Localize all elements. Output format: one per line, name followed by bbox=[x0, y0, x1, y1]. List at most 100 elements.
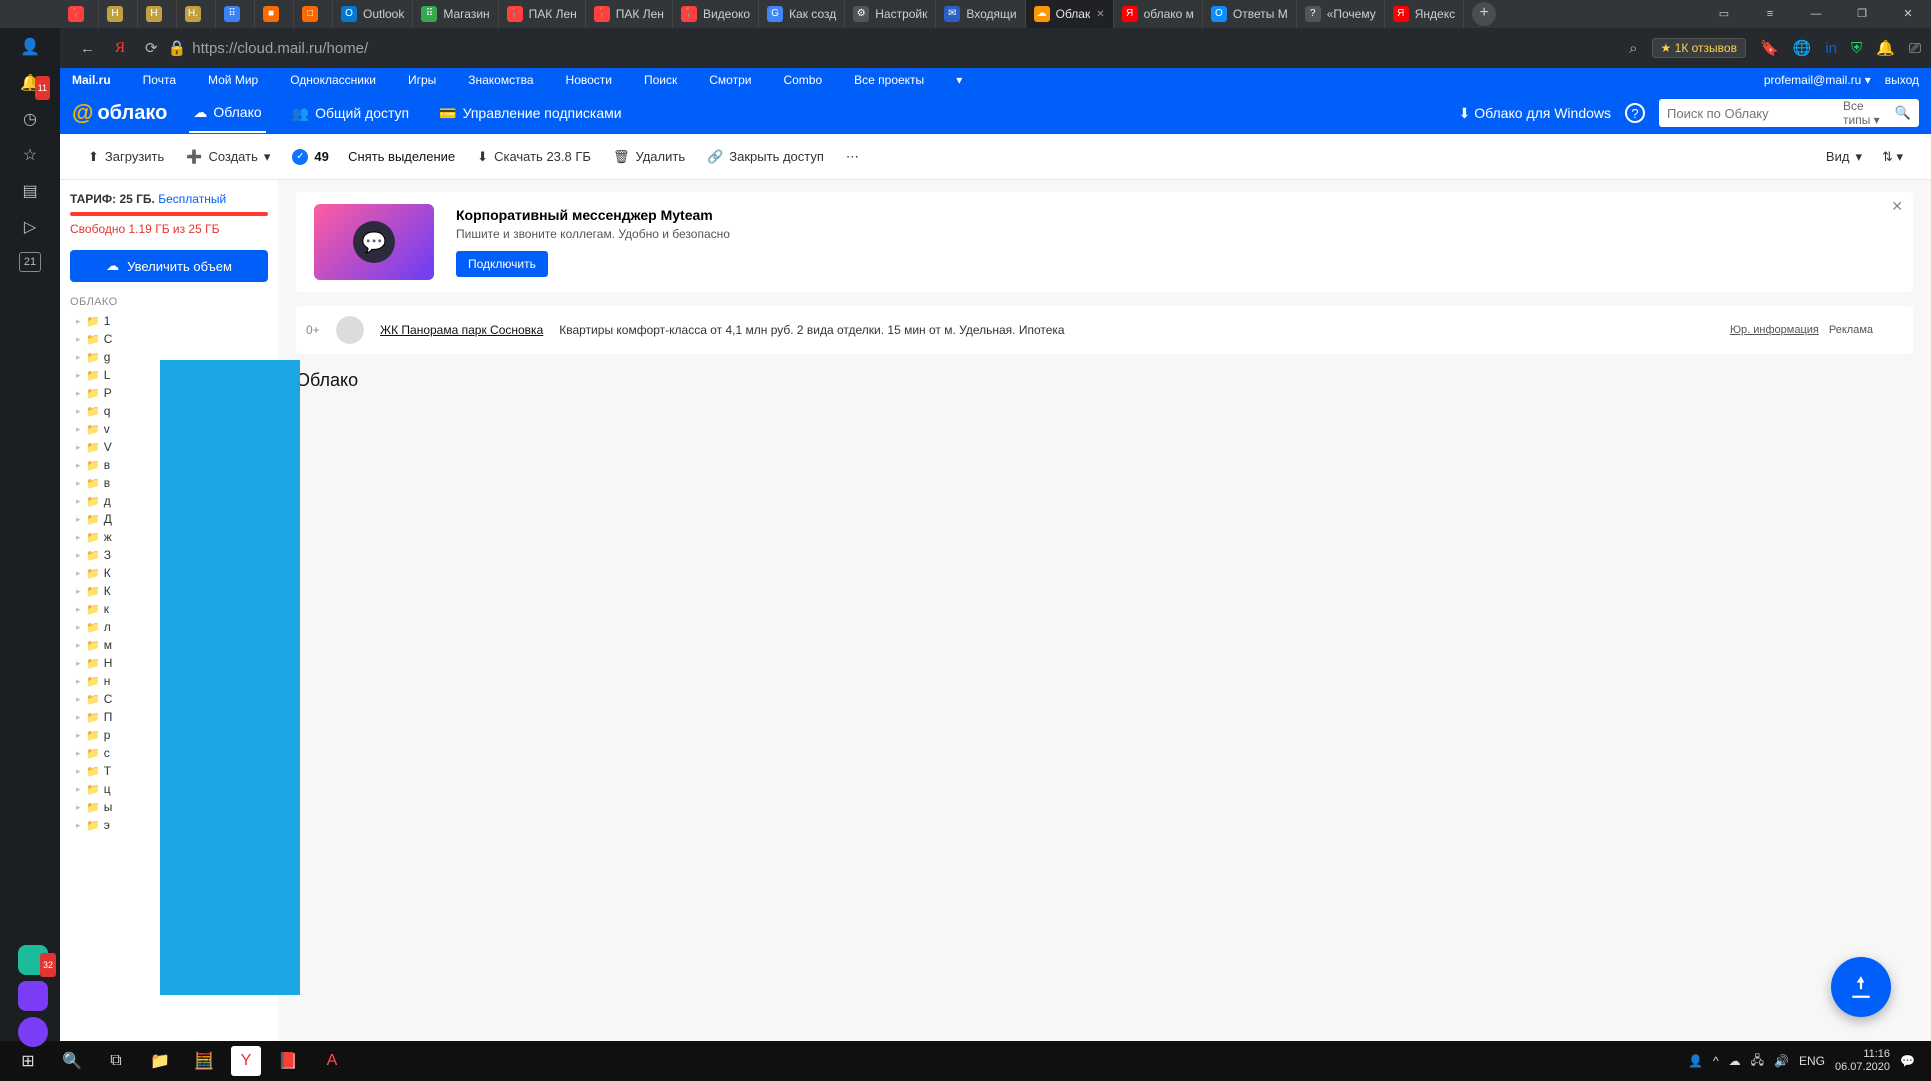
autocad-icon[interactable]: A bbox=[310, 1041, 354, 1081]
browser-tab[interactable]: ■ bbox=[255, 0, 294, 28]
mailru-nav-item[interactable]: Почта bbox=[143, 73, 176, 87]
volume-icon[interactable]: 🔊 bbox=[1774, 1054, 1789, 1068]
browser-tab[interactable]: ⠿ bbox=[216, 0, 255, 28]
reviews-badge[interactable]: ★ 1К отзывов bbox=[1652, 38, 1746, 58]
tariff-plan-link[interactable]: Бесплатный bbox=[158, 192, 226, 206]
yandex-browser-icon[interactable]: Y bbox=[231, 1046, 261, 1076]
linkedin-icon[interactable]: in bbox=[1825, 40, 1837, 57]
network-icon[interactable]: 🖧 bbox=[1751, 1051, 1764, 1072]
notifications-icon[interactable]: 🔔11 bbox=[18, 72, 42, 96]
browser-tab[interactable]: ⠿Магазин bbox=[413, 0, 498, 28]
cloud-nav-item[interactable]: 💳Управление подписками bbox=[435, 94, 625, 133]
bookmark-icon[interactable]: 🔖 bbox=[1760, 39, 1779, 57]
browser-tab[interactable]: ?«Почему bbox=[1297, 0, 1385, 28]
reload-button[interactable]: ⟳ bbox=[135, 39, 168, 57]
bell-icon[interactable]: 🔔 bbox=[1876, 39, 1895, 57]
browser-tab[interactable]: OOutlook bbox=[333, 0, 413, 28]
browser-tab[interactable]: ✉Входящи bbox=[936, 0, 1025, 28]
profile-icon[interactable]: 👤 bbox=[18, 36, 42, 60]
sort-button[interactable]: ⇅ ▾ bbox=[1882, 149, 1903, 165]
mailru-nav-item[interactable]: Combo bbox=[783, 73, 822, 87]
mailru-nav-item[interactable]: Смотри bbox=[709, 73, 751, 87]
collections-icon[interactable]: ▤ bbox=[18, 180, 42, 204]
mailru-nav-item[interactable]: Знакомства bbox=[468, 73, 533, 87]
play-icon[interactable]: ▷ bbox=[18, 216, 42, 240]
ad-legal-link[interactable]: Юр. информация bbox=[1730, 324, 1819, 336]
acrobat-icon[interactable]: 📕 bbox=[266, 1041, 310, 1081]
folder-item[interactable]: ▸📁1 bbox=[70, 312, 268, 330]
browser-tab[interactable]: H. bbox=[177, 0, 216, 28]
start-button[interactable]: ⊞ bbox=[6, 1041, 50, 1081]
translate-icon[interactable]: 🌐 bbox=[1793, 39, 1812, 57]
market-icon[interactable]: 32 bbox=[18, 945, 42, 969]
selection-count[interactable]: ✓ 49 Снять выделение bbox=[292, 149, 455, 165]
mailru-nav-item[interactable]: Поиск bbox=[644, 73, 677, 87]
browser-tab[interactable]: □ bbox=[294, 0, 333, 28]
menu-icon[interactable]: ≡ bbox=[1747, 0, 1793, 28]
upload-button[interactable]: ⬆ Загрузить bbox=[88, 149, 164, 165]
promo-close-button[interactable]: ✕ bbox=[1891, 198, 1903, 215]
fab-button[interactable] bbox=[1831, 957, 1891, 1017]
delete-button[interactable]: 🗑 Удалить bbox=[613, 149, 685, 165]
browser-tab[interactable]: ЯЯндекс bbox=[1385, 0, 1464, 28]
calculator-icon[interactable]: 🧮 bbox=[182, 1041, 226, 1081]
cloud-nav-item[interactable]: ☁Облако bbox=[189, 94, 265, 133]
create-button[interactable]: ➕ Создать ▾ bbox=[186, 149, 270, 165]
mailru-nav-item[interactable]: Мой Мир bbox=[208, 73, 258, 87]
browser-tab[interactable]: ООтветы M bbox=[1203, 0, 1297, 28]
favorites-icon[interactable]: ☆ bbox=[18, 144, 42, 168]
view-mode-button[interactable]: Вид ▾ bbox=[1826, 149, 1862, 165]
search-input[interactable] bbox=[1667, 106, 1843, 121]
browser-tab[interactable]: 📍ПАК Лен bbox=[586, 0, 673, 28]
mailru-nav-item[interactable]: Новости bbox=[566, 73, 612, 87]
increase-storage-button[interactable]: ☁ Увеличить объем bbox=[70, 250, 268, 282]
search-icon[interactable]: ⌕ bbox=[1629, 40, 1637, 57]
cloud-for-windows-link[interactable]: ⬇ Облако для Windows bbox=[1459, 105, 1611, 122]
people-icon[interactable]: 👤 bbox=[1688, 1054, 1703, 1068]
search-type-select[interactable]: Все типы ▾ bbox=[1843, 99, 1887, 127]
new-tab-button[interactable]: + bbox=[1472, 2, 1496, 26]
browser-tab[interactable]: 📍ПАК Лен bbox=[499, 0, 586, 28]
collections-button-icon[interactable]: ⎚ bbox=[1909, 40, 1921, 57]
user-email[interactable]: profemail@mail.ru ▾ bbox=[1764, 73, 1871, 87]
alice-icon[interactable] bbox=[18, 981, 42, 1005]
search-win-icon[interactable]: 🔍 bbox=[50, 1041, 94, 1081]
calendar-icon[interactable]: 21 bbox=[19, 252, 41, 272]
taskbar-clock[interactable]: 11:1606.07.2020 bbox=[1835, 1048, 1890, 1074]
browser-tab[interactable]: H bbox=[138, 0, 177, 28]
onedrive-icon[interactable]: ☁ bbox=[1729, 1054, 1741, 1068]
close-access-button[interactable]: 🔗 Закрыть доступ bbox=[707, 149, 824, 165]
maximize-button[interactable]: ❐ bbox=[1839, 0, 1885, 28]
action-center-icon[interactable]: 💬 bbox=[1900, 1054, 1915, 1068]
history-icon[interactable]: ◷ bbox=[18, 108, 42, 132]
tab-overview-icon[interactable]: ▭ bbox=[1701, 0, 1747, 28]
minimize-button[interactable]: — bbox=[1793, 0, 1839, 28]
mailru-nav-item[interactable]: Игры bbox=[408, 73, 436, 87]
language-indicator[interactable]: ENG bbox=[1799, 1054, 1825, 1068]
yandex-logo-icon[interactable]: Я bbox=[105, 40, 135, 57]
promo-connect-button[interactable]: Подключить bbox=[456, 251, 548, 277]
mailru-nav-item[interactable]: Одноклассники bbox=[290, 73, 376, 87]
cloud-nav-item[interactable]: 👥Общий доступ bbox=[288, 94, 414, 133]
back-button[interactable]: ← bbox=[70, 40, 105, 57]
ad-banner[interactable]: 0+ ЖК Панорама парк Сосновка Квартиры ко… bbox=[296, 306, 1913, 354]
folder-item[interactable]: ▸📁С bbox=[70, 330, 268, 348]
browser-tab[interactable]: 📍Видеоко bbox=[673, 0, 759, 28]
browser-tab[interactable]: Яоблако м bbox=[1114, 0, 1203, 28]
browser-tab[interactable]: GКак созд bbox=[759, 0, 845, 28]
help-icon[interactable]: ? bbox=[1625, 103, 1645, 123]
mailru-nav-item[interactable]: Mail.ru bbox=[72, 73, 111, 87]
cloud-logo[interactable]: @облако bbox=[72, 100, 167, 126]
browser-tab[interactable]: H bbox=[99, 0, 138, 28]
browser-tab[interactable]: ☁Облак✕ bbox=[1026, 0, 1114, 28]
yandex-icon[interactable] bbox=[18, 1017, 42, 1041]
cloud-search[interactable]: Все типы ▾ 🔍 bbox=[1659, 99, 1919, 127]
explorer-icon[interactable]: 📁 bbox=[138, 1041, 182, 1081]
browser-tab[interactable]: 📍 bbox=[60, 0, 99, 28]
close-window-button[interactable]: ✕ bbox=[1885, 0, 1931, 28]
task-view-icon[interactable]: ⧉ bbox=[94, 1041, 138, 1081]
tray-chevron-icon[interactable]: ^ bbox=[1713, 1054, 1719, 1068]
mailru-nav-item[interactable]: Все проекты bbox=[854, 73, 924, 87]
search-button-icon[interactable]: 🔍 bbox=[1895, 105, 1911, 121]
logout-link[interactable]: выход bbox=[1885, 73, 1919, 87]
